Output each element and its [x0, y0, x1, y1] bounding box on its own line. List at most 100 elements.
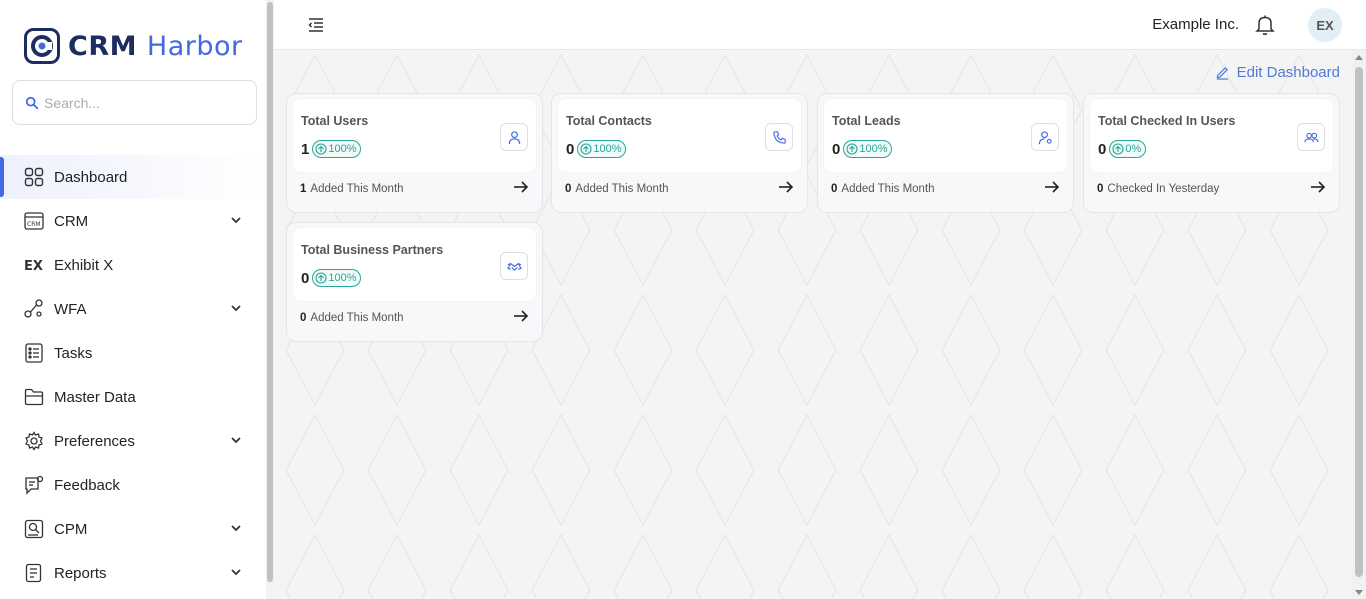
menu-collapse-icon[interactable]	[307, 16, 325, 34]
main-scrollbar-thumb[interactable]	[1355, 67, 1363, 577]
brand-name: CRM Harbor	[68, 31, 243, 62]
stat-card-total-leads[interactable]: Total Leads 0 100% 0 Added This Month	[817, 93, 1074, 213]
chevron-down-icon[interactable]	[230, 214, 242, 226]
crm-monitor-icon: CRM	[24, 211, 44, 231]
sidebar-item-cpm[interactable]: CPM	[0, 507, 266, 551]
card-body: Total Contacts 0 100%	[558, 99, 801, 172]
dashboard-main: Edit Dashboard Total Users 1 100% 1 Added…	[274, 50, 1352, 599]
card-value: 1 100%	[301, 140, 362, 158]
edit-dashboard-link[interactable]: Edit Dashboard	[1215, 64, 1340, 81]
sidebar-item-dashboard[interactable]: Dashboard	[0, 155, 266, 199]
card-value-number: 0	[832, 140, 841, 158]
card-icon-box	[1031, 123, 1059, 151]
sidebar-item-label: Feedback	[54, 476, 120, 494]
sidebar-scrollbar[interactable]	[266, 0, 274, 599]
card-title: Total Leads	[832, 114, 901, 128]
sidebar-item-label: Master Data	[54, 388, 136, 406]
stat-card-total-checked-in-users[interactable]: Total Checked In Users 0 0% 0 Checked In …	[1083, 93, 1340, 213]
card-title: Total Users	[301, 114, 369, 128]
scroll-down-arrow-icon[interactable]	[1355, 590, 1363, 595]
svg-text:EX: EX	[24, 259, 43, 274]
pencil-icon	[1216, 66, 1228, 80]
arrow-up-circle-icon	[315, 143, 327, 155]
growth-badge-value: 100%	[328, 272, 357, 284]
card-value: 0 100%	[832, 140, 893, 158]
chevron-down-icon[interactable]	[230, 434, 242, 446]
arrow-right-icon[interactable]	[513, 309, 529, 323]
chevron-down-icon[interactable]	[230, 302, 242, 314]
company-name[interactable]: Example Inc.	[1152, 16, 1239, 33]
arrow-right-icon[interactable]	[778, 180, 794, 194]
brand-logo[interactable]: CRM Harbor	[24, 27, 243, 65]
arrow-up-circle-icon	[1112, 143, 1124, 155]
stat-card-total-contacts[interactable]: Total Contacts 0 100% 0 Added This Month	[551, 93, 808, 213]
reports-icon	[24, 563, 44, 583]
card-value-number: 0	[301, 269, 310, 287]
sidebar-item-exhibit-x[interactable]: EX Exhibit X	[0, 243, 266, 287]
stat-card-total-business-partners[interactable]: Total Business Partners 0 100% 0 Added Th…	[286, 222, 543, 342]
stat-card-total-users[interactable]: Total Users 1 100% 1 Added This Month	[286, 93, 543, 213]
card-body: Total Checked In Users 0 0%	[1090, 99, 1333, 172]
growth-badge: 100%	[577, 140, 627, 158]
arrow-right-icon[interactable]	[513, 180, 529, 194]
sidebar-item-label: Reports	[54, 564, 107, 582]
sidebar-item-crm[interactable]: CRM CRM	[0, 199, 266, 243]
search-box	[12, 80, 257, 125]
card-body: Total Leads 0 100%	[824, 99, 1067, 172]
sidebar-item-wfa[interactable]: WFA	[0, 287, 266, 331]
card-value-number: 0	[1098, 140, 1107, 158]
sidebar-item-tasks[interactable]: Tasks	[0, 331, 266, 375]
users-icon	[1303, 132, 1319, 142]
card-value: 0 100%	[566, 140, 627, 158]
card-title: Total Checked In Users	[1098, 114, 1236, 128]
chevron-down-icon[interactable]	[230, 566, 242, 578]
arrow-up-circle-icon	[846, 143, 858, 155]
sidebar-item-preferences[interactable]: Preferences	[0, 419, 266, 463]
scroll-up-arrow-icon[interactable]	[1355, 55, 1363, 60]
main-scrollbar[interactable]	[1352, 50, 1366, 599]
sidebar-nav: Dashboard CRM CRM EX Exhibit X WFA Tasks…	[0, 155, 266, 595]
sidebar-item-label: WFA	[54, 300, 87, 318]
card-footer: 0 Added This Month	[831, 183, 935, 195]
sidebar-scrollbar-thumb[interactable]	[267, 2, 273, 582]
gear-icon	[24, 431, 44, 451]
sidebar-item-label: Tasks	[54, 344, 93, 362]
arrow-right-icon[interactable]	[1044, 180, 1060, 194]
card-footer-value: 0	[1097, 183, 1104, 195]
arrow-right-icon[interactable]	[1310, 180, 1326, 194]
card-icon-box	[1297, 123, 1325, 151]
search-icon	[25, 96, 39, 109]
handshake-icon	[506, 262, 522, 271]
sidebar-item-label: CPM	[54, 520, 88, 538]
card-value: 0 100%	[301, 269, 362, 287]
avatar[interactable]: EX	[1308, 8, 1342, 42]
sidebar-item-label: Preferences	[54, 432, 135, 450]
dashboard-grid-icon	[24, 167, 44, 187]
growth-badge-value: 0%	[1125, 143, 1142, 155]
phone-icon	[772, 130, 786, 144]
card-value-number: 1	[301, 140, 310, 158]
card-footer-label: Checked In Yesterday	[1107, 183, 1220, 195]
card-footer-value: 0	[300, 312, 307, 324]
card-body: Total Users 1 100%	[293, 99, 536, 172]
tasks-list-icon	[24, 343, 44, 363]
sidebar: CRM Harbor Dashboard CRM CRM EX Exhibit …	[0, 0, 266, 599]
sidebar-item-master-data[interactable]: Master Data	[0, 375, 266, 419]
folder-icon	[24, 387, 44, 407]
growth-badge: 100%	[312, 140, 362, 158]
sidebar-item-feedback[interactable]: Feedback	[0, 463, 266, 507]
card-title: Total Business Partners	[301, 243, 444, 257]
brand-name-part1: CRM	[68, 30, 137, 62]
search-input[interactable]	[44, 94, 244, 111]
card-footer-value: 0	[831, 183, 838, 195]
crm-harbor-logo-icon	[24, 28, 60, 64]
card-footer-label: Added This Month	[841, 183, 935, 195]
arrow-up-circle-icon	[315, 272, 327, 284]
arrow-up-circle-icon	[580, 143, 592, 155]
top-header: Example Inc. EX	[274, 0, 1366, 50]
growth-badge-value: 100%	[328, 143, 357, 155]
sidebar-item-reports[interactable]: Reports	[0, 551, 266, 595]
growth-badge-value: 100%	[859, 143, 888, 155]
notification-bell-icon[interactable]	[1255, 14, 1275, 36]
chevron-down-icon[interactable]	[230, 522, 242, 534]
